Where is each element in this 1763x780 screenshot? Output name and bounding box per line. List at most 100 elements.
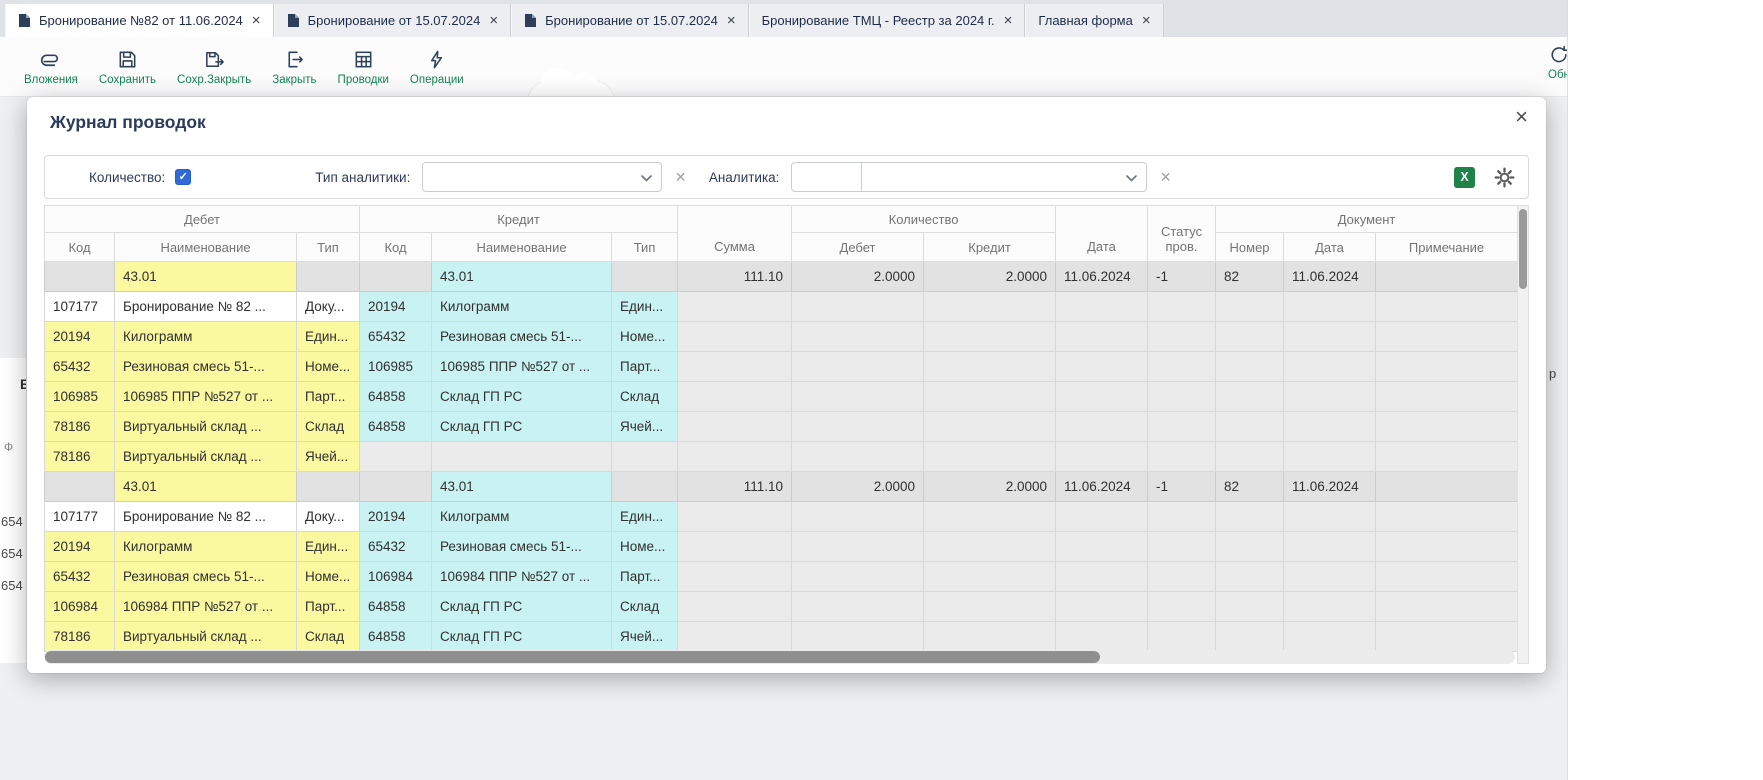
horizontal-scrollbar-thumb[interactable] [45,651,1100,663]
summary-empty-cell[interactable] [612,262,678,292]
empty-cell[interactable] [678,532,792,562]
excel-export-button[interactable]: X [1454,167,1475,188]
credit-type-cell[interactable]: Склад [612,382,678,412]
empty-cell[interactable] [792,322,924,352]
column-header-credit-name[interactable]: Наименование [432,233,612,262]
credit-name-cell[interactable]: Склад ГП РС [432,622,612,652]
summary-debit-account-cell[interactable]: 43.01 [115,472,297,502]
empty-cell[interactable] [1148,532,1216,562]
empty-cell[interactable] [1216,442,1284,472]
credit-code-cell[interactable]: 64858 [360,622,432,652]
empty-cell[interactable] [1056,352,1148,382]
empty-cell[interactable] [1376,562,1518,592]
empty-cell[interactable] [1148,502,1216,532]
tab-close-icon[interactable]: × [489,13,498,28]
empty-cell[interactable] [924,502,1056,532]
empty-cell[interactable] [1056,442,1148,472]
summary-empty-cell[interactable] [297,262,360,292]
column-header-doc-date[interactable]: Дата [1284,233,1376,262]
empty-cell[interactable] [1376,322,1518,352]
empty-cell[interactable] [1376,592,1518,622]
analytics-code-input[interactable] [792,163,862,191]
empty-cell[interactable] [1216,352,1284,382]
debit-code-cell[interactable]: 107177 [45,292,115,322]
summary-row[interactable]: 43.0143.01111.102.00002.000011.06.2024-1… [45,472,1518,502]
empty-cell[interactable] [1056,532,1148,562]
table-row[interactable]: 65432Резиновая смесь 51-...Номе...106984… [45,562,1518,592]
tab-close-icon[interactable]: × [1142,13,1151,28]
empty-cell[interactable] [1216,412,1284,442]
empty-cell[interactable] [1148,412,1216,442]
summary-qty-debit-cell[interactable]: 2.0000 [792,262,924,292]
credit-empty-cell[interactable] [360,442,432,472]
credit-name-cell[interactable]: Резиновая смесь 51-... [432,322,612,352]
credit-code-cell[interactable]: 106984 [360,562,432,592]
summary-doc-date-cell[interactable]: 11.06.2024 [1284,262,1376,292]
empty-cell[interactable] [792,562,924,592]
debit-name-cell[interactable]: Килограмм [115,532,297,562]
credit-type-cell[interactable]: Склад [612,592,678,622]
empty-cell[interactable] [1284,502,1376,532]
debit-name-cell[interactable]: Бронирование № 82 ... [115,502,297,532]
dialog-close-icon[interactable]: × [1515,106,1528,128]
debit-code-cell[interactable]: 20194 [45,532,115,562]
summary-qty-credit-cell[interactable]: 2.0000 [924,472,1056,502]
empty-cell[interactable] [678,562,792,592]
debit-type-cell[interactable]: Един... [297,322,360,352]
summary-qty-debit-cell[interactable]: 2.0000 [792,472,924,502]
debit-name-cell[interactable]: 106985 ППР №527 от ... [115,382,297,412]
clear-analytics-type-button[interactable]: × [675,168,686,186]
summary-empty-cell[interactable] [360,262,432,292]
credit-empty-cell[interactable] [612,442,678,472]
credit-code-cell[interactable]: 64858 [360,412,432,442]
empty-cell[interactable] [924,412,1056,442]
empty-cell[interactable] [1056,502,1148,532]
empty-cell[interactable] [1148,292,1216,322]
empty-cell[interactable] [792,292,924,322]
debit-type-cell[interactable]: Ячей... [297,442,360,472]
empty-cell[interactable] [678,382,792,412]
debit-code-cell[interactable]: 78186 [45,442,115,472]
debit-code-cell[interactable]: 78186 [45,622,115,652]
empty-cell[interactable] [1216,622,1284,652]
empty-cell[interactable] [1284,382,1376,412]
table-row[interactable]: 78186Виртуальный склад ...Склад64858Скла… [45,622,1518,652]
summary-date-cell[interactable]: 11.06.2024 [1056,472,1148,502]
tab-bronirovanie-82[interactable]: Бронирование №82 от 11.06.2024 × [5,4,274,37]
column-header-qty-credit[interactable]: Кредит [924,233,1056,262]
empty-cell[interactable] [792,412,924,442]
debit-type-cell[interactable]: Парт... [297,382,360,412]
column-header-qty-debit[interactable]: Дебет [792,233,924,262]
summary-debit-account-cell[interactable]: 43.01 [115,262,297,292]
table-row[interactable]: 78186Виртуальный склад ...Ячей... [45,442,1518,472]
credit-empty-cell[interactable] [432,442,612,472]
credit-name-cell[interactable]: Склад ГП РС [432,412,612,442]
debit-type-cell[interactable]: Склад [297,412,360,442]
tab-close-icon[interactable]: × [252,13,261,28]
empty-cell[interactable] [1284,322,1376,352]
debit-code-cell[interactable]: 65432 [45,562,115,592]
empty-cell[interactable] [1056,562,1148,592]
debit-type-cell[interactable]: Доку... [297,502,360,532]
empty-cell[interactable] [1284,442,1376,472]
column-header-status[interactable]: Статус пров. [1148,206,1216,262]
empty-cell[interactable] [1056,412,1148,442]
credit-name-cell[interactable]: Килограмм [432,292,612,322]
credit-code-cell[interactable]: 65432 [360,532,432,562]
attachments-button[interactable]: Вложения [24,48,78,86]
debit-code-cell[interactable]: 20194 [45,322,115,352]
debit-type-cell[interactable]: Един... [297,532,360,562]
debit-name-cell[interactable]: Виртуальный склад ... [115,622,297,652]
empty-cell[interactable] [924,562,1056,592]
empty-cell[interactable] [1148,622,1216,652]
empty-cell[interactable] [792,532,924,562]
debit-code-cell[interactable]: 107177 [45,502,115,532]
empty-cell[interactable] [1376,412,1518,442]
debit-code-cell[interactable]: 106985 [45,382,115,412]
vertical-scrollbar-thumb[interactable] [1519,209,1527,289]
empty-cell[interactable] [1216,322,1284,352]
debit-name-cell[interactable]: Бронирование № 82 ... [115,292,297,322]
empty-cell[interactable] [1148,592,1216,622]
empty-cell[interactable] [1216,562,1284,592]
summary-date-cell[interactable]: 11.06.2024 [1056,262,1148,292]
